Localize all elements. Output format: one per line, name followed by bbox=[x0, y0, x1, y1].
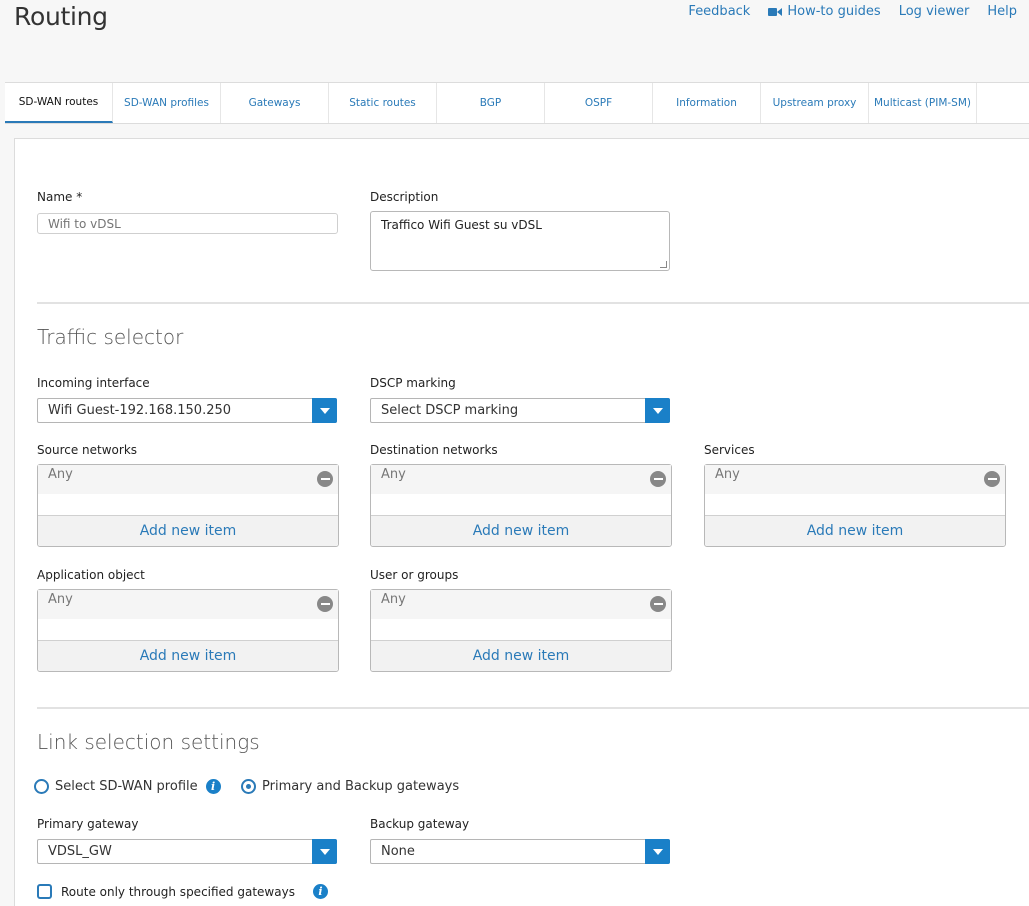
link-selection-title: Link selection settings bbox=[37, 730, 260, 754]
tab-bar: SD-WAN routes SD-WAN profiles Gateways S… bbox=[5, 82, 1029, 124]
howto-guides-label: How-to guides bbox=[787, 4, 881, 19]
source-networks-label: Source networks bbox=[37, 443, 138, 457]
services-list: Any Add new item bbox=[704, 464, 1006, 547]
remove-icon[interactable] bbox=[650, 471, 666, 487]
tab-ospf[interactable]: OSPF bbox=[545, 83, 653, 123]
name-label: Name * bbox=[37, 190, 83, 204]
remove-icon[interactable] bbox=[317, 596, 333, 612]
tab-multicast[interactable]: Multicast (PIM-SM) bbox=[869, 83, 977, 123]
destination-networks-label: Destination networks bbox=[370, 443, 498, 457]
top-links: Feedback How-to guides Log viewer Help bbox=[688, 4, 1017, 19]
chevron-down-icon[interactable] bbox=[645, 839, 670, 864]
add-new-item-button[interactable]: Add new item bbox=[38, 640, 338, 671]
backup-gateway-label: Backup gateway bbox=[370, 817, 470, 831]
add-new-item-button[interactable]: Add new item bbox=[705, 515, 1005, 546]
application-object-list: Any Add new item bbox=[37, 589, 339, 672]
tab-gateways[interactable]: Gateways bbox=[221, 83, 329, 123]
list-item: Any bbox=[38, 590, 338, 619]
tab-bgp[interactable]: BGP bbox=[437, 83, 545, 123]
primary-gateway-value: VDSL_GW bbox=[48, 844, 112, 859]
howto-guides-link[interactable]: How-to guides bbox=[768, 4, 881, 19]
route-only-checkbox[interactable] bbox=[37, 884, 52, 899]
add-new-item-button[interactable]: Add new item bbox=[371, 515, 671, 546]
chevron-down-icon[interactable] bbox=[312, 398, 337, 423]
radio-sdwan-profile-label: Select SD-WAN profile bbox=[55, 779, 198, 794]
route-only-checkbox-row[interactable]: Route only through specified gateways i bbox=[37, 884, 328, 899]
services-label: Services bbox=[704, 443, 755, 457]
source-networks-list: Any Add new item bbox=[37, 464, 339, 547]
primary-gateway-label: Primary gateway bbox=[37, 817, 139, 831]
tab-static-routes[interactable]: Static routes bbox=[329, 83, 437, 123]
list-item: Any bbox=[705, 465, 1005, 494]
remove-icon[interactable] bbox=[984, 471, 1000, 487]
tab-upstream-proxy[interactable]: Upstream proxy bbox=[761, 83, 869, 123]
primary-gateway-select[interactable]: VDSL_GW bbox=[37, 839, 337, 864]
add-new-item-button[interactable]: Add new item bbox=[38, 515, 338, 546]
info-icon[interactable]: i bbox=[205, 779, 221, 794]
chevron-down-icon[interactable] bbox=[645, 398, 670, 423]
list-item: Any bbox=[371, 465, 671, 494]
list-item: Any bbox=[371, 590, 671, 619]
remove-icon[interactable] bbox=[650, 596, 666, 612]
feedback-link[interactable]: Feedback bbox=[688, 4, 750, 19]
section-divider bbox=[37, 707, 1029, 709]
help-link[interactable]: Help bbox=[987, 4, 1017, 19]
dscp-marking-value: Select DSCP marking bbox=[381, 403, 519, 418]
traffic-selector-title: Traffic selector bbox=[37, 325, 184, 349]
backup-gateway-value: None bbox=[381, 844, 415, 859]
log-viewer-link[interactable]: Log viewer bbox=[899, 4, 970, 19]
user-groups-label: User or groups bbox=[370, 568, 459, 582]
user-groups-list: Any Add new item bbox=[370, 589, 672, 672]
route-only-label: Route only through specified gateways bbox=[61, 884, 295, 899]
tab-sdwan-routes[interactable]: SD-WAN routes bbox=[5, 83, 113, 123]
incoming-interface-value: Wifi Guest-192.168.150.250 bbox=[48, 403, 232, 418]
resize-handle-icon[interactable] bbox=[660, 261, 667, 268]
page-title: Routing bbox=[14, 2, 108, 31]
radio-primary-backup-label: Primary and Backup gateways bbox=[262, 779, 460, 794]
name-input[interactable] bbox=[37, 213, 338, 234]
tab-information[interactable]: Information bbox=[653, 83, 761, 123]
section-divider bbox=[37, 302, 1029, 304]
incoming-interface-select[interactable]: Wifi Guest-192.168.150.250 bbox=[37, 398, 337, 423]
radio-button[interactable] bbox=[241, 779, 256, 794]
radio-button[interactable] bbox=[34, 779, 49, 794]
remove-icon[interactable] bbox=[317, 471, 333, 487]
application-object-label: Application object bbox=[37, 568, 145, 582]
chevron-down-icon[interactable] bbox=[312, 839, 337, 864]
description-value: Traffico Wifi Guest su vDSL bbox=[381, 218, 542, 232]
dscp-marking-select[interactable]: Select DSCP marking bbox=[370, 398, 670, 423]
form-panel: Name * Description Traffico Wifi Guest s… bbox=[14, 138, 1029, 906]
list-item: Any bbox=[38, 465, 338, 494]
tab-truncated[interactable]: R bbox=[977, 83, 1029, 123]
backup-gateway-select[interactable]: None bbox=[370, 839, 670, 864]
radio-sdwan-profile[interactable]: Select SD-WAN profile i bbox=[34, 779, 221, 794]
incoming-interface-label: Incoming interface bbox=[37, 376, 150, 390]
description-label: Description bbox=[370, 190, 439, 204]
dscp-marking-label: DSCP marking bbox=[370, 376, 456, 390]
info-icon[interactable]: i bbox=[312, 884, 328, 899]
tab-sdwan-profiles[interactable]: SD-WAN profiles bbox=[113, 83, 221, 123]
description-textarea[interactable]: Traffico Wifi Guest su vDSL bbox=[370, 211, 670, 271]
video-camera-icon bbox=[768, 7, 783, 17]
add-new-item-button[interactable]: Add new item bbox=[371, 640, 671, 671]
radio-primary-backup[interactable]: Primary and Backup gateways bbox=[241, 779, 459, 794]
destination-networks-list: Any Add new item bbox=[370, 464, 672, 547]
